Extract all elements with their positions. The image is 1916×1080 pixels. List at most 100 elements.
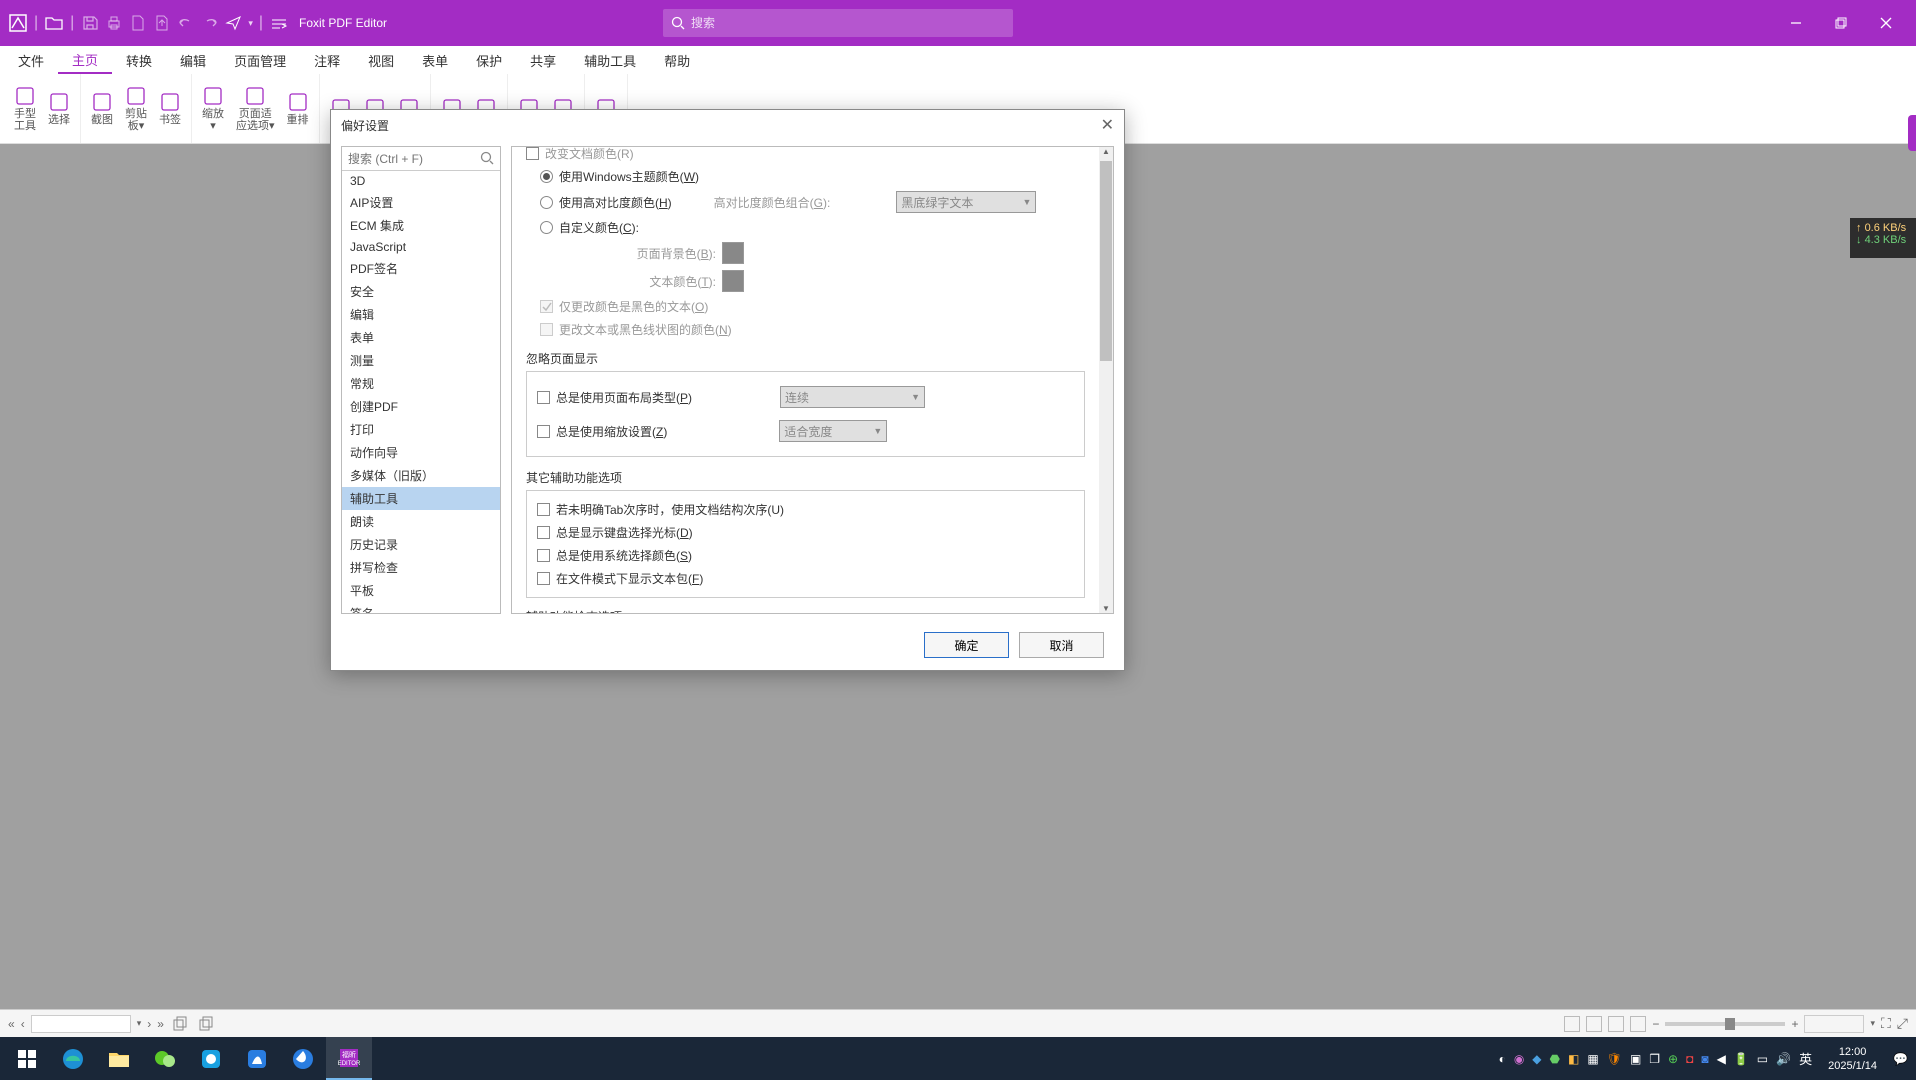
ribbon-button[interactable]: 缩放▾	[196, 74, 230, 143]
menu-文件[interactable]: 文件	[4, 46, 58, 74]
next-page-icon[interactable]: ›	[147, 1017, 151, 1031]
tray-icon[interactable]: ⬣	[1550, 1052, 1560, 1066]
zoom-out-icon[interactable]: −	[1652, 1017, 1659, 1031]
ribbon-button[interactable]: 剪贴板▾	[119, 74, 153, 143]
dialog-close-button[interactable]: ✕	[1101, 115, 1114, 135]
notifications-icon[interactable]: 💬	[1893, 1052, 1908, 1066]
text-color-swatch[interactable]	[722, 270, 744, 292]
category-item[interactable]: 平板	[342, 579, 500, 602]
tray-icon[interactable]: ◆	[1532, 1052, 1541, 1066]
page-icon[interactable]	[128, 13, 148, 33]
app1-icon[interactable]	[188, 1037, 234, 1080]
global-search[interactable]	[663, 9, 1013, 37]
ribbon-button[interactable]: 书签	[153, 74, 187, 143]
always-zoom-checkbox[interactable]	[537, 425, 550, 438]
category-item[interactable]: JavaScript	[342, 237, 500, 257]
ribbon-button[interactable]: 重排	[281, 74, 315, 143]
copy-page-icon[interactable]	[170, 1014, 190, 1034]
battery-icon[interactable]: 🔋	[1734, 1052, 1749, 1066]
zoom-dropdown-icon[interactable]: ▾	[1870, 1018, 1875, 1029]
category-item[interactable]: 常规	[342, 372, 500, 395]
category-item[interactable]: 辅助工具	[342, 487, 500, 510]
export-icon[interactable]	[152, 13, 172, 33]
search-input[interactable]	[691, 16, 1005, 30]
always-syscolor-checkbox[interactable]	[537, 549, 550, 562]
scrollbar-thumb[interactable]	[1100, 161, 1112, 361]
foxit-taskbar-icon[interactable]: 福昕EDITOR	[326, 1037, 372, 1080]
tray-overflow-icon[interactable]: ◀	[1717, 1052, 1726, 1066]
maximize-button[interactable]	[1818, 8, 1863, 38]
dropdown-caret-icon[interactable]: ▾	[248, 18, 253, 29]
change-doc-colors-checkbox[interactable]	[526, 147, 539, 160]
always-layout-checkbox[interactable]	[537, 391, 550, 404]
custom-color-radio[interactable]	[540, 221, 553, 234]
use-high-contrast-radio[interactable]	[540, 196, 553, 209]
category-item[interactable]: 测量	[342, 349, 500, 372]
reflow-icon[interactable]	[269, 13, 289, 33]
tray-icon[interactable]: 🛡	[1607, 1052, 1622, 1066]
category-item[interactable]: PDF签名	[342, 257, 500, 280]
print-icon[interactable]	[104, 13, 124, 33]
zoom-combo[interactable]: 适合宽度 ▼	[779, 420, 887, 442]
tray-icon[interactable]: ◉	[1514, 1052, 1524, 1066]
ribbon-button[interactable]: 页面适应选项▾	[230, 74, 281, 143]
view-single-icon[interactable]	[1564, 1016, 1580, 1032]
tray-icon[interactable]: ▦	[1587, 1052, 1598, 1066]
menu-共享[interactable]: 共享	[516, 46, 570, 74]
save-icon[interactable]	[80, 13, 100, 33]
tray-icon[interactable]: ◘	[1686, 1052, 1693, 1066]
view-facing-icon[interactable]	[1608, 1016, 1624, 1032]
menu-表单[interactable]: 表单	[408, 46, 462, 74]
category-item[interactable]: 动作向导	[342, 441, 500, 464]
menu-保护[interactable]: 保护	[462, 46, 516, 74]
clock[interactable]: 12:00 2025/1/14	[1820, 1045, 1885, 1073]
dialog-search-input[interactable]	[342, 147, 500, 171]
category-item[interactable]: AIP设置	[342, 191, 500, 214]
category-item[interactable]: 历史记录	[342, 533, 500, 556]
copy-page2-icon[interactable]	[196, 1014, 216, 1034]
category-item[interactable]: 编辑	[342, 303, 500, 326]
explorer-icon[interactable]	[96, 1037, 142, 1080]
category-item[interactable]: ECM 集成	[342, 214, 500, 237]
tray-icon[interactable]: ◙	[1701, 1052, 1708, 1066]
undo-icon[interactable]	[176, 13, 196, 33]
view-continuous-icon[interactable]	[1586, 1016, 1602, 1032]
tray-icon[interactable]: ◧	[1568, 1052, 1579, 1066]
ime-indicator[interactable]: 英	[1799, 1049, 1812, 1068]
category-item[interactable]: 多媒体（旧版）	[342, 464, 500, 487]
category-item[interactable]: 拼写检查	[342, 556, 500, 579]
show-portfolio-checkbox[interactable]	[537, 572, 550, 585]
menu-辅助工具[interactable]: 辅助工具	[570, 46, 650, 74]
tab-order-checkbox[interactable]	[537, 503, 550, 516]
category-item[interactable]: 安全	[342, 280, 500, 303]
category-list[interactable]: 3DAIP设置ECM 集成JavaScriptPDF签名安全编辑表单测量常规创建…	[342, 171, 500, 613]
send-icon[interactable]	[224, 13, 244, 33]
zoom-value-input[interactable]	[1804, 1015, 1864, 1033]
fullscreen-icon[interactable]: ⤢	[1897, 1015, 1908, 1032]
minimize-button[interactable]	[1773, 8, 1818, 38]
ribbon-button[interactable]: 截图	[85, 74, 119, 143]
category-item[interactable]: 3D	[342, 171, 500, 191]
ribbon-button[interactable]: 手型工具	[8, 74, 42, 143]
close-button[interactable]	[1863, 8, 1908, 38]
redo-icon[interactable]	[200, 13, 220, 33]
page-dropdown-icon[interactable]: ▾	[137, 1018, 142, 1029]
tray-icon[interactable]: ◐	[1499, 1052, 1506, 1066]
network-icon[interactable]: ▭	[1757, 1052, 1768, 1066]
menu-注释[interactable]: 注释	[300, 46, 354, 74]
app2-icon[interactable]	[234, 1037, 280, 1080]
tray-icon[interactable]: ❐	[1649, 1052, 1660, 1066]
search-icon[interactable]	[480, 151, 494, 165]
page-bg-swatch[interactable]	[722, 242, 744, 264]
use-windows-theme-radio[interactable]	[540, 170, 553, 183]
category-item[interactable]: 打印	[342, 418, 500, 441]
menu-主页[interactable]: 主页	[58, 46, 112, 74]
category-item[interactable]: 表单	[342, 326, 500, 349]
side-tab-icon[interactable]	[1908, 115, 1916, 151]
page-number-input[interactable]	[31, 1015, 131, 1033]
tray-icon[interactable]: ⊕	[1668, 1052, 1678, 1066]
prev-page-icon[interactable]: ‹	[21, 1017, 25, 1031]
high-contrast-combo[interactable]: 黑底绿字文本 ▼	[896, 191, 1036, 213]
first-page-icon[interactable]: «	[8, 1017, 15, 1031]
fit-width-icon[interactable]: ⛶	[1881, 1015, 1891, 1032]
